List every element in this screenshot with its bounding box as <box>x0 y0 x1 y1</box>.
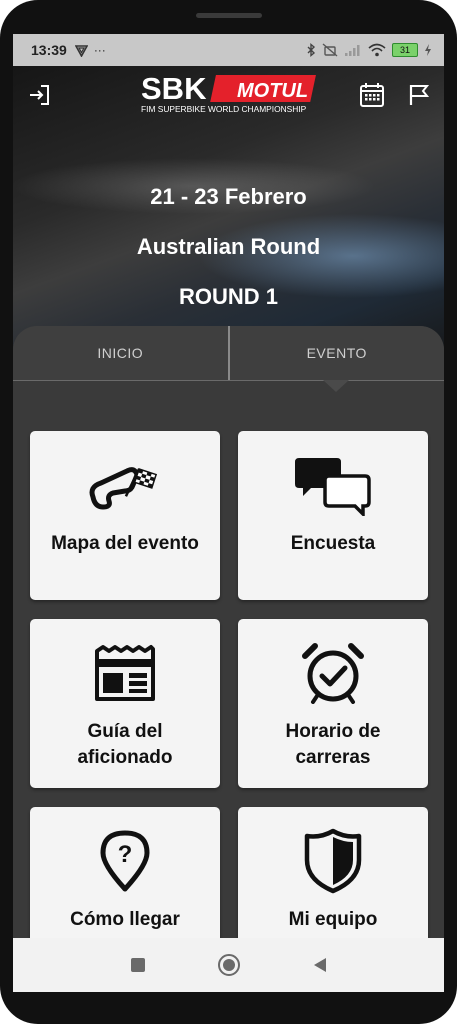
screen: 13:39 ··· 31 SBK MOTUL FIM SUPERBIKE WOR… <box>13 34 444 992</box>
wifi-icon <box>368 43 386 57</box>
card-event-map[interactable]: Mapa del evento <box>30 431 220 600</box>
recents-icon[interactable] <box>129 956 147 974</box>
more-icon: ··· <box>93 43 106 57</box>
card-label: Encuesta <box>290 533 376 554</box>
card-label: Mapa del evento <box>51 533 199 554</box>
content-panel: INICIO EVENTO Mapa del evento Encuesta G… <box>13 326 444 992</box>
card-survey[interactable]: Encuesta <box>238 431 428 600</box>
tab-inicio[interactable]: INICIO <box>13 326 228 380</box>
active-tab-indicator <box>323 380 349 392</box>
tab-evento[interactable]: EVENTO <box>230 326 445 380</box>
home-icon[interactable] <box>217 953 241 977</box>
card-label: Mi equipo <box>288 909 378 930</box>
card-race-schedule[interactable]: Horario de carreras <box>238 619 428 788</box>
flag-icon[interactable] <box>404 80 434 110</box>
track-map-icon <box>87 453 163 517</box>
battery-icon: 31 <box>392 43 418 57</box>
back-icon[interactable] <box>311 956 329 974</box>
location-question-icon: ? <box>99 829 151 893</box>
logout-icon[interactable] <box>24 80 54 110</box>
status-time: 13:39 <box>31 42 67 58</box>
chat-bubbles-icon <box>295 453 371 517</box>
logo-sponsor-text: MOTUL <box>237 80 308 102</box>
status-right-icons: 31 <box>306 43 432 57</box>
alarm-clock-icon <box>301 641 365 705</box>
card-fan-guide[interactable]: Guía del aficionado <box>30 619 220 788</box>
event-name: Australian Round <box>136 234 321 259</box>
event-round: ROUND 1 <box>178 284 278 309</box>
app-top-bar: SBK MOTUL FIM SUPERBIKE WORLD CHAMPIONSH… <box>13 66 444 124</box>
card-label: Guía del aficionado <box>77 721 173 768</box>
status-bar: 13:39 ··· 31 <box>13 34 444 66</box>
svg-text:?: ? <box>118 841 133 868</box>
logo-sbk-text: SBK <box>141 71 207 106</box>
card-label: Cómo llegar <box>70 909 180 930</box>
tab-bar: INICIO EVENTO <box>13 326 444 381</box>
signal-icon <box>345 45 360 56</box>
event-dates: 21 - 23 Febrero <box>150 184 307 209</box>
newspaper-icon <box>93 641 157 705</box>
phone-frame: 13:39 ··· 31 SBK MOTUL FIM SUPERBIKE WOR… <box>0 0 457 1024</box>
charging-icon <box>425 44 431 56</box>
sbk-motul-logo: SBK MOTUL FIM SUPERBIKE WORLD CHAMPIONSH… <box>139 70 321 114</box>
mute-icon <box>322 43 338 57</box>
status-left-icons: ··· <box>74 43 106 57</box>
earpiece-speaker <box>196 13 262 18</box>
card-label: Horario de carreras <box>285 721 381 768</box>
event-hero: SBK MOTUL FIM SUPERBIKE WORLD CHAMPIONSH… <box>13 66 444 366</box>
bluetooth-icon <box>307 43 316 57</box>
calendar-icon[interactable] <box>357 80 387 110</box>
shield-icon <box>303 828 363 894</box>
system-nav-bar <box>13 938 444 992</box>
vpn-icon <box>74 44 88 57</box>
logo-subtitle: FIM SUPERBIKE WORLD CHAMPIONSHIP <box>141 104 307 114</box>
